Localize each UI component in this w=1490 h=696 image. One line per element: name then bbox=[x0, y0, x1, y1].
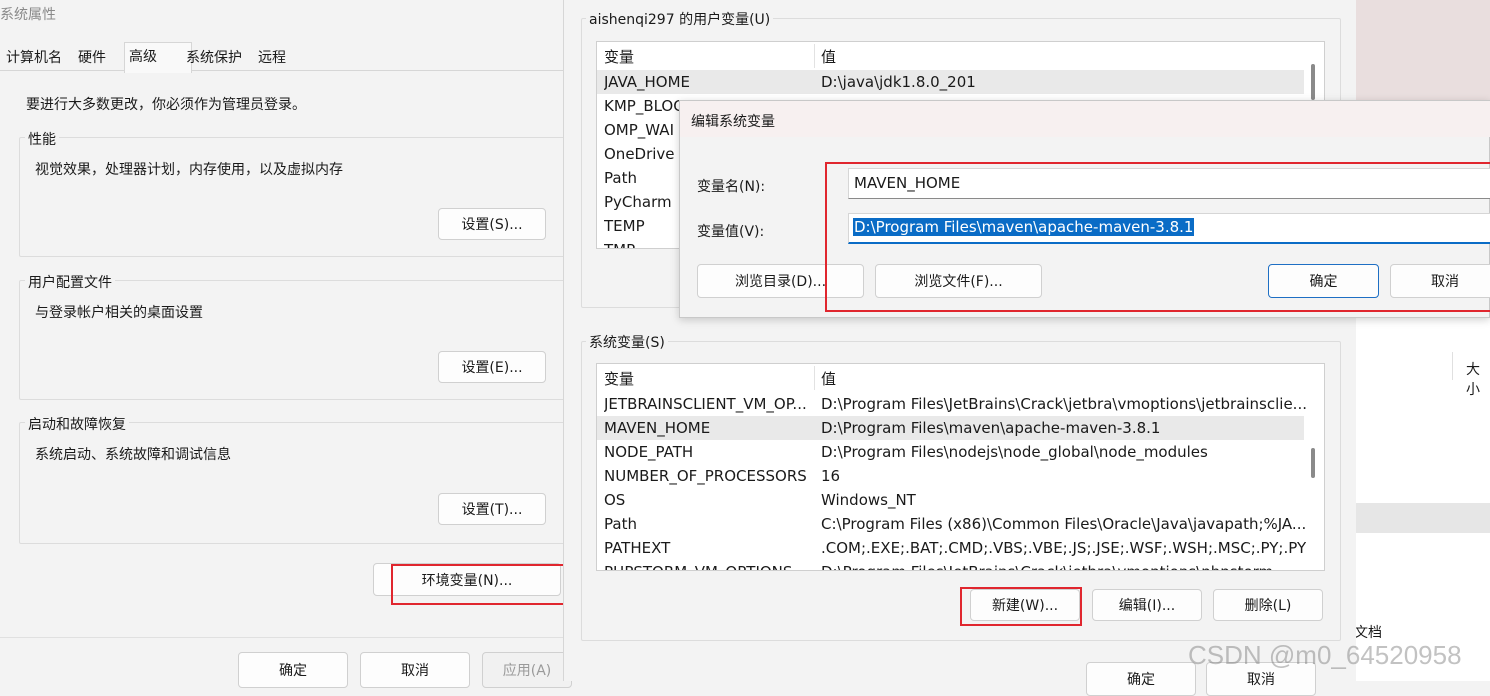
var-name: PHPSTORM_VM_OPTIONS bbox=[604, 560, 814, 570]
column-name-header[interactable]: 变量 bbox=[604, 367, 634, 391]
table-row[interactable]: NODE_PATH D:\Program Files\nodejs\node_g… bbox=[597, 440, 1304, 464]
var-name: OneDrive bbox=[604, 145, 675, 163]
doc-label: 文档 bbox=[1354, 625, 1382, 641]
var-name: PyCharm bbox=[604, 193, 672, 211]
startup-title: 启动和故障恢复 bbox=[25, 414, 129, 434]
admin-note: 要进行大多数更改，你必须作为管理员登录。 bbox=[26, 97, 306, 113]
table-row[interactable]: OS Windows_NT bbox=[597, 488, 1304, 512]
tab-hardware[interactable]: 硬件 bbox=[74, 46, 110, 70]
window-title: 系统属性 bbox=[0, 7, 56, 23]
edit-variable-button[interactable]: 编辑(I)... bbox=[1092, 589, 1202, 621]
startup-settings-button[interactable]: 设置(T)... bbox=[438, 493, 546, 525]
var-value: C:\Program Files (x86)\Common Files\Orac… bbox=[821, 515, 1306, 533]
watermark: CSDN @m0_64520958 bbox=[1188, 640, 1462, 670]
tab-remote[interactable]: 远程 bbox=[254, 46, 290, 70]
sys-ok-button[interactable]: 确定 bbox=[238, 652, 348, 688]
var-name: Path bbox=[604, 169, 637, 187]
var-value: D:\Program Files\maven\apache-maven-3.8.… bbox=[821, 419, 1161, 437]
dialog-titlebar bbox=[680, 101, 1490, 137]
dialog-title: 编辑系统变量 bbox=[691, 114, 775, 130]
var-value: .COM;.EXE;.BAT;.CMD;.VBS;.VBE;.JS;.JSE;.… bbox=[821, 539, 1306, 557]
var-name: OMP_WAI bbox=[604, 121, 674, 139]
list-header: 变量 值 bbox=[597, 367, 1324, 391]
sys-apply-button[interactable]: 应用(A) bbox=[482, 652, 572, 688]
profiles-title: 用户配置文件 bbox=[25, 272, 115, 292]
profiles-desc: 与登录帐户相关的桌面设置 bbox=[35, 305, 203, 321]
highlight-dialog-fields bbox=[825, 162, 1490, 312]
var-value: D:\Program Files\JetBrains\Crack\jetbra\… bbox=[821, 560, 1306, 570]
background-gradient bbox=[1340, 0, 1490, 100]
var-value: 16 bbox=[821, 467, 841, 485]
var-value: D:\Program Files\JetBrains\Crack\jetbra\… bbox=[821, 395, 1306, 413]
tab-strip-line bbox=[0, 70, 563, 71]
var-name: TMP bbox=[604, 238, 635, 248]
table-row[interactable]: NUMBER_OF_PROCESSORS 16 bbox=[597, 464, 1304, 488]
system-variables-title: 系统变量(S) bbox=[586, 332, 668, 352]
table-row[interactable]: MAVEN_HOME D:\Program Files\maven\apache… bbox=[597, 416, 1304, 440]
performance-desc: 视觉效果，处理器计划，内存使用，以及虚拟内存 bbox=[35, 162, 343, 178]
system-properties-window: 系统属性 计算机名 硬件 高级 系统保护 远程 要进行大多数更改，你必须作为管理… bbox=[0, 0, 575, 688]
var-name: Path bbox=[604, 515, 637, 533]
var-name: PATHEXT bbox=[604, 539, 671, 557]
column-value-header[interactable]: 值 bbox=[821, 45, 836, 69]
highlight-env-button bbox=[391, 564, 575, 605]
var-name: NODE_PATH bbox=[604, 443, 694, 461]
tab-system-protection[interactable]: 系统保护 bbox=[182, 46, 246, 70]
performance-title: 性能 bbox=[25, 129, 59, 149]
column-divider bbox=[1452, 352, 1453, 380]
highlight-new-button bbox=[960, 587, 1082, 626]
var-value: D:\java\jdk1.8.0_201 bbox=[821, 73, 976, 91]
var-value: D:\Program Files\nodejs\node_global\node… bbox=[821, 443, 1208, 461]
sys-cancel-button[interactable]: 取消 bbox=[360, 652, 470, 688]
performance-settings-button[interactable]: 设置(S)... bbox=[438, 208, 546, 240]
column-separator bbox=[814, 44, 815, 68]
column-name-header[interactable]: 变量 bbox=[604, 45, 634, 69]
list-header: 变量 值 bbox=[597, 45, 1324, 69]
var-value: Windows_NT bbox=[821, 491, 916, 509]
startup-desc: 系统启动、系统故障和调试信息 bbox=[35, 447, 231, 463]
profiles-settings-button[interactable]: 设置(E)... bbox=[438, 351, 546, 383]
name-label: 变量名(N): bbox=[697, 179, 766, 195]
user-variables-title: aishenqi297 的用户变量(U) bbox=[586, 9, 774, 29]
selected-item-row bbox=[1340, 503, 1490, 533]
column-value-header[interactable]: 值 bbox=[821, 367, 836, 391]
bottom-divider bbox=[0, 637, 563, 638]
tab-computer-name[interactable]: 计算机名 bbox=[2, 46, 66, 70]
var-name: KMP_BLOC bbox=[604, 97, 684, 115]
var-name: TEMP bbox=[604, 217, 645, 235]
system-list-scrollbar[interactable] bbox=[1311, 448, 1315, 478]
tab-advanced-label: 高级 bbox=[129, 49, 157, 65]
var-name: JETBRAINSCLIENT_VM_OP... bbox=[604, 395, 807, 413]
startup-group bbox=[19, 422, 567, 544]
table-row[interactable]: JETBRAINSCLIENT_VM_OP... D:\Program File… bbox=[597, 392, 1306, 416]
var-name: JAVA_HOME bbox=[604, 73, 691, 91]
column-size-header: 大小 bbox=[1466, 362, 1480, 398]
var-name: NUMBER_OF_PROCESSORS bbox=[604, 467, 807, 485]
env-ok-button[interactable]: 确定 bbox=[1086, 662, 1196, 696]
table-row[interactable]: Path C:\Program Files (x86)\Common Files… bbox=[597, 512, 1306, 536]
var-name: MAVEN_HOME bbox=[604, 419, 711, 437]
value-label: 变量值(V): bbox=[697, 224, 765, 240]
table-row[interactable]: PATHEXT .COM;.EXE;.BAT;.CMD;.VBS;.VBE;.J… bbox=[597, 536, 1306, 560]
user-list-scrollbar[interactable] bbox=[1311, 64, 1315, 100]
var-name: OS bbox=[604, 491, 626, 509]
table-row[interactable]: PHPSTORM_VM_OPTIONS D:\Program Files\Jet… bbox=[597, 560, 1306, 570]
table-row[interactable]: JAVA_HOME D:\java\jdk1.8.0_201 bbox=[597, 70, 1304, 94]
column-separator bbox=[814, 366, 815, 390]
delete-variable-button[interactable]: 删除(L) bbox=[1213, 589, 1323, 621]
system-variables-list[interactable]: 变量 值 JETBRAINSCLIENT_VM_OP... D:\Program… bbox=[596, 363, 1325, 571]
